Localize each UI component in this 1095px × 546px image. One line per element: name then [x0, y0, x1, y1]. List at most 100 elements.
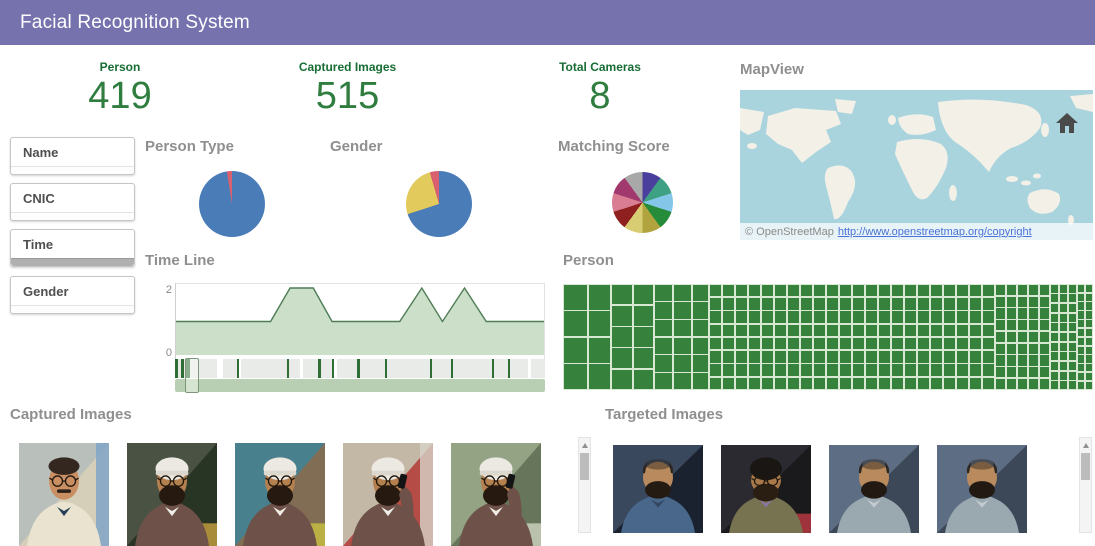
treemap-cell[interactable]: [674, 355, 691, 371]
treemap-cell[interactable]: [693, 338, 708, 354]
treemap-cell[interactable]: [918, 338, 929, 350]
treemap-cell[interactable]: [1029, 297, 1038, 307]
treemap-cell[interactable]: [674, 338, 691, 354]
treemap-cell[interactable]: [762, 311, 773, 323]
treemap-cell[interactable]: [827, 285, 838, 297]
treemap-cell[interactable]: [762, 298, 773, 310]
treemap-cell[interactable]: [866, 298, 877, 310]
treemap-cell[interactable]: [788, 364, 799, 376]
targeted-photo[interactable]: [721, 445, 811, 533]
treemap-cell[interactable]: [788, 285, 799, 297]
treemap-cell[interactable]: [1078, 285, 1084, 292]
treemap-cell[interactable]: [970, 351, 981, 363]
treemap-cell[interactable]: [801, 285, 812, 297]
treemap-cell[interactable]: [996, 344, 1005, 354]
treemap-cell[interactable]: [918, 311, 929, 323]
treemap-cell[interactable]: [710, 338, 721, 350]
treemap-cell[interactable]: [788, 378, 799, 390]
treemap-cell[interactable]: [1078, 382, 1084, 389]
treemap-cell[interactable]: [693, 285, 708, 301]
timeline-scrollbar[interactable]: [175, 379, 545, 392]
minimap-segment[interactable]: [303, 359, 319, 378]
treemap-cell[interactable]: [801, 325, 812, 337]
treemap-cell[interactable]: [957, 351, 968, 363]
treemap-cell[interactable]: [970, 338, 981, 350]
treemap-cell[interactable]: [762, 351, 773, 363]
treemap-cell[interactable]: [762, 364, 773, 376]
treemap-cell[interactable]: [983, 351, 994, 363]
treemap-cell[interactable]: [775, 325, 786, 337]
treemap-cell[interactable]: [892, 311, 903, 323]
treemap-cell[interactable]: [749, 338, 760, 350]
treemap-cell[interactable]: [736, 364, 747, 376]
captured-photo[interactable]: [19, 443, 109, 546]
treemap-cell[interactable]: [1040, 285, 1049, 295]
treemap-cell[interactable]: [996, 332, 1005, 342]
treemap-cell[interactable]: [853, 298, 864, 310]
minimap-segment[interactable]: [510, 359, 528, 378]
treemap-cell[interactable]: [788, 311, 799, 323]
captured-photo[interactable]: [343, 443, 433, 546]
treemap-cell[interactable]: [1086, 285, 1092, 292]
treemap-cell[interactable]: [931, 378, 942, 390]
treemap-cell[interactable]: [1040, 332, 1049, 342]
treemap-cell[interactable]: [1060, 362, 1067, 370]
treemap-cell[interactable]: [1078, 355, 1084, 362]
treemap-cell[interactable]: [1051, 381, 1058, 389]
treemap-cell[interactable]: [762, 285, 773, 297]
treemap-cell[interactable]: [1086, 338, 1092, 345]
treemap-cell[interactable]: [918, 298, 929, 310]
minimap-segment[interactable]: [241, 359, 287, 378]
treemap-cell[interactable]: [564, 338, 587, 363]
treemap-cell[interactable]: [801, 364, 812, 376]
treemap-cell[interactable]: [1051, 372, 1058, 380]
treemap-cell[interactable]: [1051, 323, 1058, 331]
treemap-cell[interactable]: [801, 298, 812, 310]
filter-cnic[interactable]: CNIC: [10, 183, 135, 221]
treemap-cell[interactable]: [674, 285, 691, 301]
treemap-cell[interactable]: [840, 378, 851, 390]
treemap-cell[interactable]: [788, 338, 799, 350]
treemap-cell[interactable]: [814, 298, 825, 310]
treemap-cell[interactable]: [723, 298, 734, 310]
treemap-cell[interactable]: [788, 351, 799, 363]
map-view[interactable]: © OpenStreetMap http://www.openstreetmap…: [740, 90, 1093, 240]
treemap-cell[interactable]: [866, 378, 877, 390]
scroll-up-icon[interactable]: [582, 443, 588, 448]
treemap-cell[interactable]: [749, 311, 760, 323]
treemap-cell[interactable]: [775, 364, 786, 376]
treemap-cell[interactable]: [879, 325, 890, 337]
treemap-cell[interactable]: [814, 285, 825, 297]
treemap-cell[interactable]: [1086, 382, 1092, 389]
filter-name[interactable]: Name: [10, 137, 135, 175]
treemap-cell[interactable]: [1018, 344, 1027, 354]
treemap-cell[interactable]: [1060, 343, 1067, 351]
treemap-cell[interactable]: [892, 364, 903, 376]
treemap-cell[interactable]: [788, 298, 799, 310]
treemap-cell[interactable]: [1007, 367, 1016, 377]
treemap-cell[interactable]: [1069, 304, 1076, 312]
treemap-cell[interactable]: [853, 285, 864, 297]
treemap-cell[interactable]: [827, 338, 838, 350]
treemap-cell[interactable]: [634, 285, 653, 305]
treemap-cell[interactable]: [970, 325, 981, 337]
treemap-cell[interactable]: [1029, 355, 1038, 365]
treemap-cell[interactable]: [693, 302, 708, 318]
treemap-cell[interactable]: [918, 285, 929, 297]
treemap-cell[interactable]: [996, 308, 1005, 318]
treemap-cell[interactable]: [853, 378, 864, 390]
gender-pie-chart[interactable]: [406, 171, 472, 237]
treemap-cell[interactable]: [957, 325, 968, 337]
treemap-cell[interactable]: [827, 378, 838, 390]
treemap-cell[interactable]: [736, 298, 747, 310]
treemap-cell[interactable]: [775, 311, 786, 323]
treemap-cell[interactable]: [674, 373, 691, 389]
treemap-cell[interactable]: [1051, 304, 1058, 312]
treemap-cell[interactable]: [1051, 314, 1058, 322]
treemap-cell[interactable]: [1051, 285, 1058, 293]
treemap-cell[interactable]: [905, 298, 916, 310]
treemap-cell[interactable]: [1040, 320, 1049, 330]
targeted-photo[interactable]: [829, 445, 919, 533]
treemap-cell[interactable]: [1078, 311, 1084, 318]
timeline-area-chart[interactable]: [175, 283, 545, 360]
